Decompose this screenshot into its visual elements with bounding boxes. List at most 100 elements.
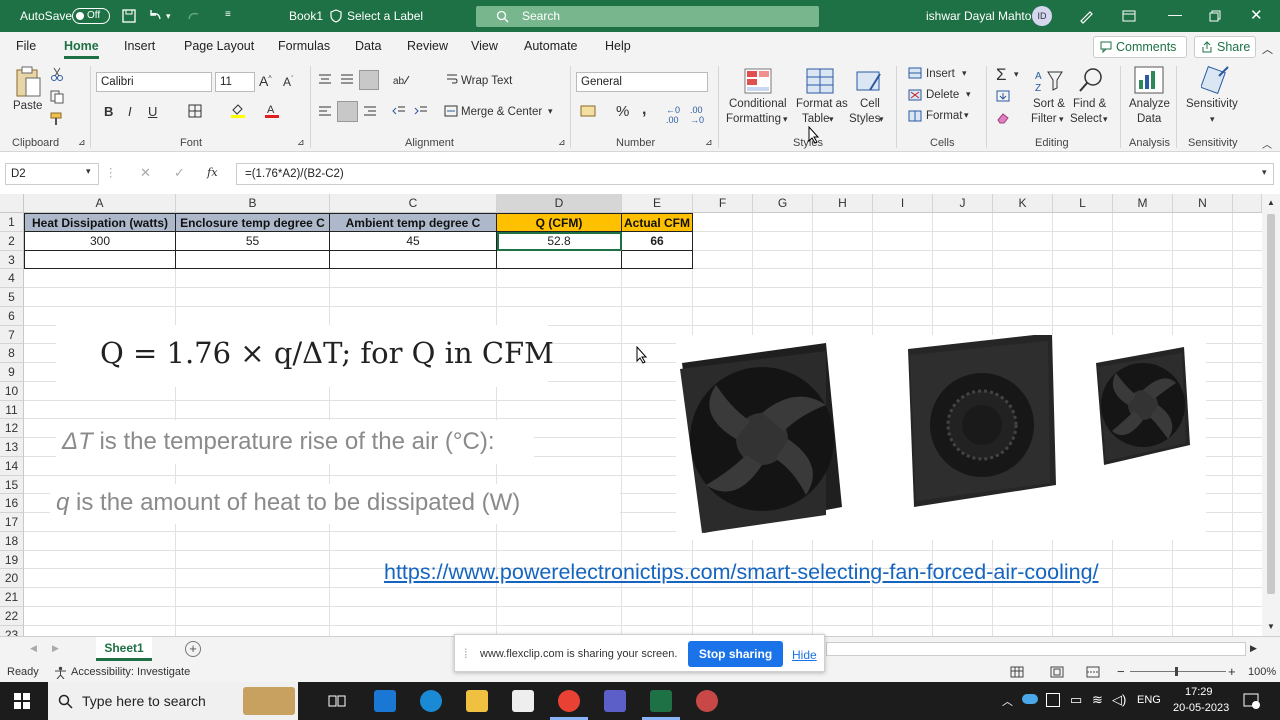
next-sheet-icon[interactable]: ▶ xyxy=(52,643,59,654)
tab-help[interactable]: Help xyxy=(605,39,631,53)
column-header-c[interactable]: C xyxy=(330,194,497,213)
column-header-f[interactable]: F xyxy=(693,194,753,213)
increase-decimal-icon[interactable]: ←0.00 xyxy=(666,105,680,125)
reference-link[interactable]: https://www.powerelectronictips.com/smar… xyxy=(384,560,1099,585)
share-button[interactable]: Share xyxy=(1194,36,1256,58)
find-select-label-2[interactable]: Select xyxy=(1070,113,1102,125)
column-header-m[interactable]: M xyxy=(1113,194,1173,213)
sensitivity-dropdown-icon[interactable]: ▾ xyxy=(1210,114,1215,125)
column-header-n[interactable]: N xyxy=(1173,194,1233,213)
battery-icon[interactable]: ▭ xyxy=(1070,692,1082,708)
fill-icon[interactable] xyxy=(996,90,1010,102)
accessibility-status[interactable]: Accessibility: Investigate xyxy=(71,666,190,678)
user-name[interactable]: ishwar Dayal Mahto xyxy=(926,9,1031,23)
column-header-e[interactable]: E xyxy=(622,194,693,213)
borders-icon[interactable] xyxy=(188,104,202,118)
comments-button[interactable]: Comments xyxy=(1093,36,1187,58)
format-cells-button[interactable]: Format xyxy=(926,110,962,122)
number-format-select[interactable]: General xyxy=(576,72,708,92)
clipboard-launcher-icon[interactable]: ⊿ xyxy=(78,137,86,148)
row-header[interactable]: 20 xyxy=(0,569,24,588)
normal-view-icon[interactable] xyxy=(1010,666,1024,678)
clock-date[interactable]: 20-05-2023 xyxy=(1173,702,1229,714)
align-top-icon[interactable] xyxy=(318,73,332,85)
ribbon-display-icon[interactable] xyxy=(1122,9,1136,23)
row-header[interactable]: 8 xyxy=(0,344,24,363)
insert-cells-button[interactable]: Insert xyxy=(926,68,955,80)
row-header[interactable]: 10 xyxy=(0,381,24,401)
page-layout-view-icon[interactable] xyxy=(1050,666,1064,678)
zoom-slider[interactable] xyxy=(1130,671,1226,672)
font-launcher-icon[interactable]: ⊿ xyxy=(297,137,305,148)
sensitivity-label-hint[interactable]: Select a Label xyxy=(347,9,423,23)
sheet-tab-sheet1[interactable]: Sheet1 xyxy=(96,637,152,661)
sort-dropdown-icon[interactable]: ▾ xyxy=(1059,114,1064,125)
column-header-partial[interactable] xyxy=(1233,194,1262,213)
sensitivity-icon[interactable] xyxy=(1201,66,1229,94)
collapse-ribbon-caret-icon[interactable]: ︿ xyxy=(1262,136,1272,151)
header-heat-dissipation[interactable]: Heat Dissipation (watts) xyxy=(24,213,176,232)
align-right-icon[interactable] xyxy=(363,105,377,117)
merge-dropdown-icon[interactable]: ▾ xyxy=(548,106,553,117)
analyze-data-label[interactable]: Analyze xyxy=(1129,98,1170,110)
cell-b3[interactable] xyxy=(176,251,330,269)
row-header[interactable]: 3 xyxy=(0,250,24,270)
expand-formula-icon[interactable]: ▾ xyxy=(1262,167,1267,178)
redo-icon[interactable] xyxy=(186,8,202,24)
row-header[interactable]: 6 xyxy=(0,306,24,326)
stop-sharing-button[interactable]: Stop sharing xyxy=(688,641,783,667)
column-header-i[interactable]: I xyxy=(873,194,933,213)
row-header[interactable]: 17 xyxy=(0,513,24,532)
copy-icon[interactable] xyxy=(50,90,64,104)
cancel-entry-icon[interactable]: ✕ xyxy=(140,165,151,181)
restore-icon[interactable] xyxy=(1209,10,1221,22)
task-view-icon[interactable] xyxy=(328,693,346,709)
merge-center-button[interactable]: Merge & Center xyxy=(461,106,542,118)
row-header[interactable]: 5 xyxy=(0,288,24,307)
zoom-out-icon[interactable]: − xyxy=(1117,664,1125,679)
chrome-browser-icon[interactable] xyxy=(558,690,580,712)
prev-sheet-icon[interactable]: ◀ xyxy=(30,643,37,654)
align-left-icon[interactable] xyxy=(318,105,332,117)
scroll-down-icon[interactable]: ▼ xyxy=(1267,622,1275,631)
cell-d3[interactable] xyxy=(497,251,622,269)
tab-view[interactable]: View xyxy=(471,39,498,53)
cell-d2[interactable]: 52.8 xyxy=(497,232,622,251)
cell-c3[interactable] xyxy=(330,251,497,269)
close-icon[interactable]: ✕ xyxy=(1250,6,1263,24)
column-header-j[interactable]: J xyxy=(933,194,993,213)
format-as-table-label-2[interactable]: Table xyxy=(802,113,830,125)
autosave-toggle[interactable]: Off xyxy=(72,8,110,24)
row-header[interactable]: 12 xyxy=(0,419,24,438)
align-center-button[interactable] xyxy=(337,101,358,122)
cell-a2[interactable]: 300 xyxy=(24,232,176,251)
taskbar-search[interactable]: Type here to search xyxy=(48,682,298,720)
paste-icon[interactable] xyxy=(14,66,42,98)
cell-styles-dropdown-icon[interactable]: ▾ xyxy=(879,114,884,125)
tab-formulas[interactable]: Formulas xyxy=(278,39,330,53)
snipping-app-icon[interactable] xyxy=(696,690,718,712)
autosum-dropdown-icon[interactable]: ▾ xyxy=(1014,69,1019,80)
wrap-text-button[interactable]: Wrap Text xyxy=(461,75,512,87)
cell-styles-icon[interactable] xyxy=(856,68,882,94)
drag-handle-icon[interactable]: ⁞ xyxy=(464,646,468,661)
zoom-in-icon[interactable]: + xyxy=(1228,664,1236,679)
clock-time[interactable]: 17:29 xyxy=(1185,686,1213,698)
cell-styles-label-2[interactable]: Styles xyxy=(849,113,880,125)
font-color-icon[interactable]: A xyxy=(264,102,280,118)
row-header[interactable]: 2 xyxy=(0,231,24,251)
scroll-up-icon[interactable]: ▲ xyxy=(1267,198,1275,207)
column-header-g[interactable]: G xyxy=(753,194,813,213)
sensitivity-button[interactable]: Sensitivity xyxy=(1186,98,1238,110)
zoom-level[interactable]: 100% xyxy=(1248,666,1276,678)
cell-a3[interactable] xyxy=(24,251,176,269)
cell-e2[interactable]: 66 xyxy=(622,232,693,251)
store-app-icon[interactable] xyxy=(512,690,534,712)
zoom-slider-thumb[interactable] xyxy=(1175,667,1178,676)
scroll-thumb[interactable] xyxy=(1267,214,1275,594)
undo-icon[interactable] xyxy=(147,8,163,24)
align-bottom-button[interactable] xyxy=(359,70,379,90)
increase-font-icon[interactable]: A^ xyxy=(259,73,272,89)
fans-image[interactable] xyxy=(676,333,1206,540)
pen-icon[interactable] xyxy=(1078,8,1094,24)
